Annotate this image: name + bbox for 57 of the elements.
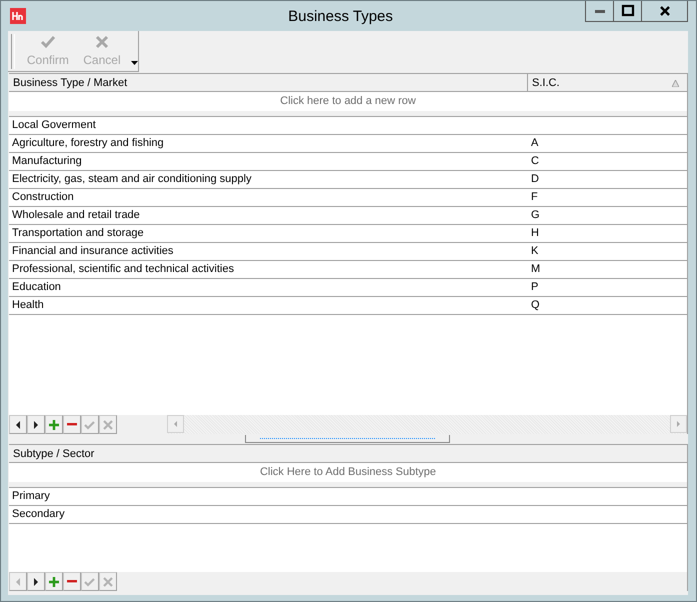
next-icon — [34, 420, 38, 428]
table-cell-text: D — [530, 172, 540, 187]
next-icon — [34, 578, 38, 586]
minus-button[interactable] — [63, 572, 81, 591]
minus-icon — [67, 423, 77, 426]
scroll-left-button[interactable] — [167, 415, 184, 433]
close-icon — [94, 34, 110, 50]
new-row-prompt[interactable]: Click here to add a new row — [9, 92, 687, 111]
table-cell-text: G — [530, 208, 541, 223]
table-cell-text: Transportation and storage — [11, 226, 145, 241]
table-cell-text: Agriculture, forestry and fishing — [11, 136, 165, 151]
close-button[interactable] — [642, 1, 688, 22]
scroll-right-button[interactable] — [670, 415, 687, 433]
minimize-icon — [594, 10, 604, 12]
table-cell-text: Electricity, gas, steam and air conditioning supply — [11, 172, 252, 187]
table-cell-text: Primary — [11, 489, 51, 504]
table-cell-text: Construction — [11, 190, 75, 205]
table-cell-text: Education — [11, 280, 62, 295]
table-cell-text: M — [530, 262, 542, 277]
previous-button[interactable] — [9, 415, 27, 434]
minus-icon — [67, 580, 77, 583]
table-cell-text: Local Goverment — [11, 118, 97, 133]
table-cell-text: P — [530, 280, 540, 295]
horizontal-scrollbar[interactable] — [167, 415, 687, 434]
maximize-button[interactable] — [614, 1, 642, 22]
sort-icon — [672, 80, 679, 87]
app-logo-icon — [10, 8, 26, 24]
next-button[interactable] — [27, 415, 45, 434]
column-header[interactable]: Business Type / Market — [9, 74, 528, 91]
next-button[interactable] — [27, 572, 45, 591]
table-cell-text: C — [530, 154, 540, 169]
table-cell-text: Secondary — [11, 507, 66, 522]
right-arrow-icon — [677, 421, 680, 427]
splitter-handle[interactable] — [245, 435, 450, 443]
checkmark-icon — [40, 34, 56, 50]
table-cell-text: Q — [530, 298, 541, 313]
table-cell-text: Professional, scientific and technical activities — [11, 262, 235, 277]
table-cell-text: K — [530, 244, 540, 259]
left-arrow-icon — [174, 421, 177, 427]
table-cell-text: Health — [11, 298, 45, 313]
dropdown-arrow-icon[interactable] — [130, 61, 138, 65]
table-cell-text: H — [530, 226, 540, 241]
table-cell-text: A — [530, 136, 540, 151]
column-header[interactable]: S.I.C. — [528, 74, 687, 91]
previous-icon — [16, 420, 20, 428]
table-cell-text: Wholesale and retail trade — [11, 208, 141, 223]
minus-button[interactable] — [63, 415, 81, 434]
previous-icon — [16, 578, 20, 586]
window-title: Business Types — [287, 7, 394, 25]
minimize-button[interactable] — [585, 1, 614, 22]
column-header[interactable]: Subtype / Sector — [9, 445, 687, 462]
toolbar-grip — [11, 34, 15, 69]
new-row-prompt[interactable]: Click Here to Add Business Subtype — [9, 463, 687, 482]
table-cell-text: Financial and insurance activities — [11, 244, 174, 259]
table-cell-text: F — [530, 190, 539, 205]
maximize-icon — [620, 3, 636, 19]
table-cell-text: Manufacturing — [11, 154, 83, 169]
